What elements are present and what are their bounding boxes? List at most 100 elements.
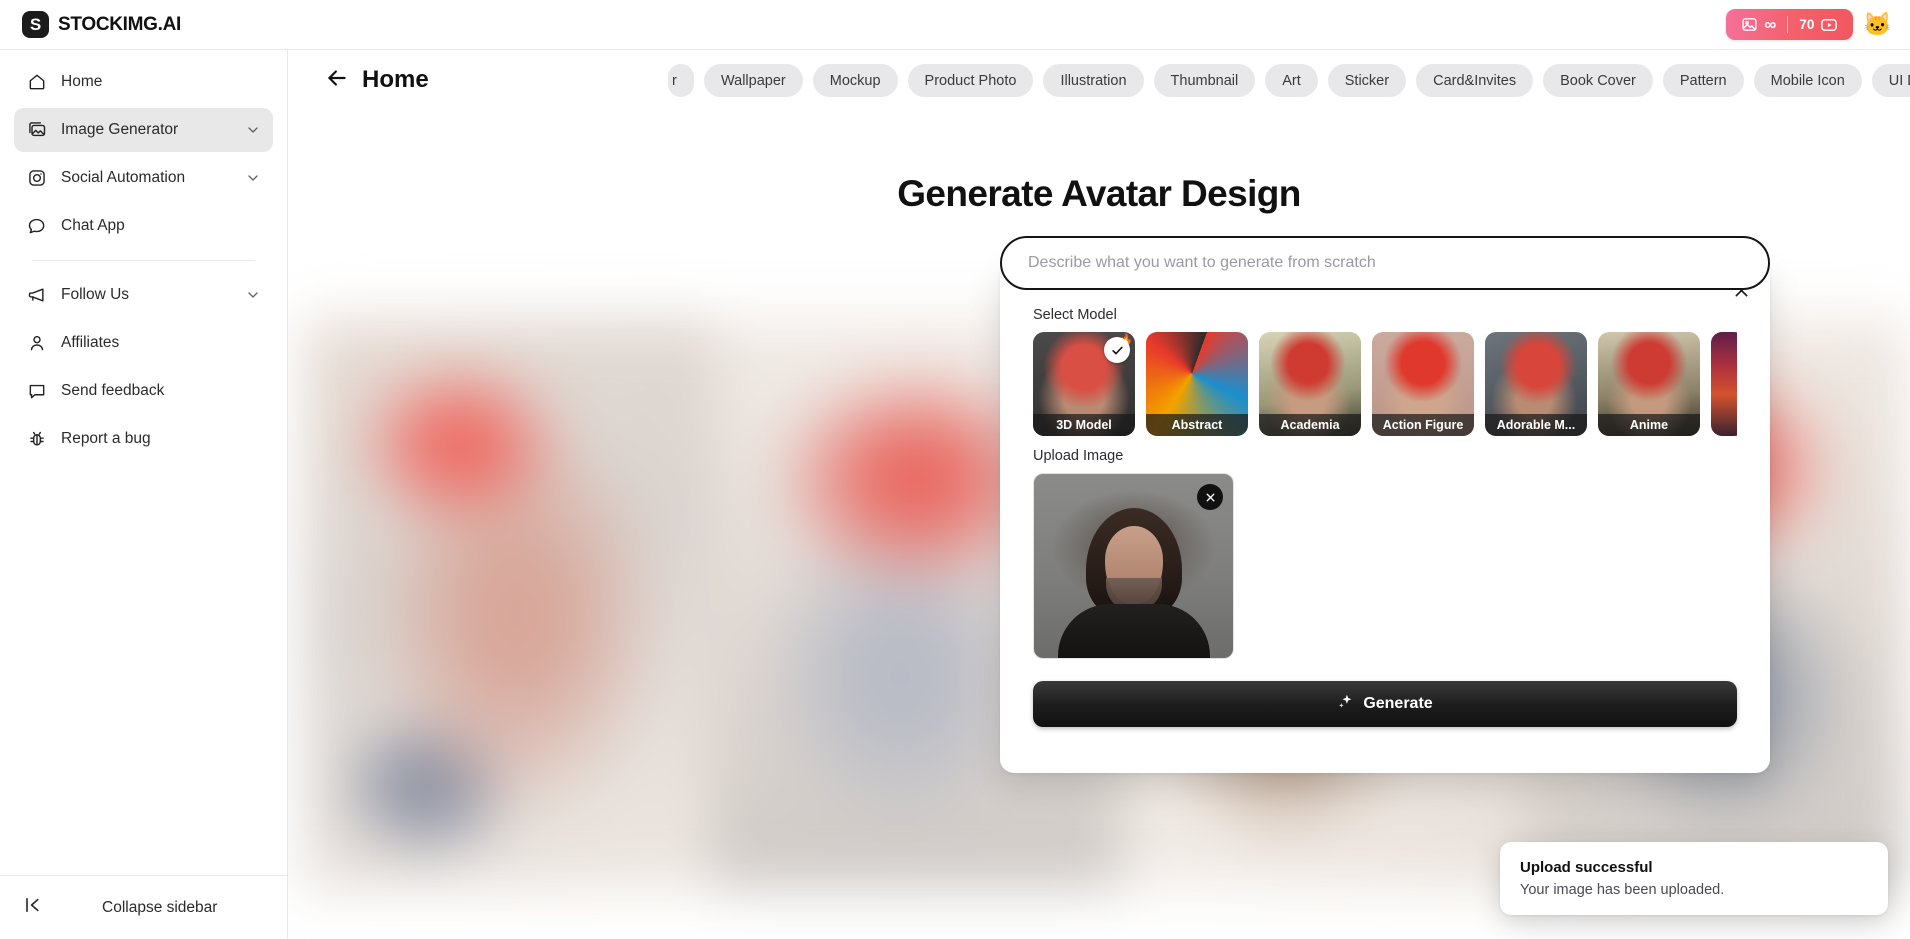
prompt-input[interactable]: [1028, 254, 1742, 272]
home-icon: [26, 72, 47, 93]
tab-illustration[interactable]: Illustration: [1043, 64, 1144, 97]
tab-book-cover[interactable]: Book Cover: [1543, 64, 1653, 97]
sparkle-icon: [1337, 693, 1354, 715]
upload-image-label: Upload Image: [1033, 448, 1124, 464]
sidebar-item-label: Send feedback: [61, 382, 165, 399]
select-model-label: Select Model: [1033, 307, 1117, 323]
message-square-icon: [26, 381, 47, 402]
model-card-adorable-model[interactable]: Adorable M...: [1485, 332, 1587, 436]
brand-mark-icon: S: [22, 11, 49, 38]
tab-product-photo[interactable]: Product Photo: [907, 64, 1034, 97]
chevron-down-icon[interactable]: [245, 170, 261, 186]
model-card-anime[interactable]: Anime: [1598, 332, 1700, 436]
sidebar-item-chat-app[interactable]: Chat App: [14, 204, 273, 248]
back-to-home-label: Home: [362, 66, 429, 93]
bug-icon: [26, 429, 47, 450]
model-card-abstract[interactable]: Abstract: [1146, 332, 1248, 436]
preview-art: [1057, 604, 1210, 658]
sidebar-item-report-a-bug[interactable]: Report a bug: [14, 417, 273, 461]
image-icon: [26, 120, 47, 141]
sidebar-item-affiliates[interactable]: Affiliates: [14, 321, 273, 365]
image-credits[interactable]: ∞: [1730, 15, 1787, 35]
sidebar-item-label: Social Automation: [61, 169, 186, 186]
sidebar-item-image-generator[interactable]: Image Generator: [14, 108, 273, 152]
uploaded-image-preview[interactable]: [1033, 473, 1234, 659]
megaphone-icon: [26, 285, 47, 306]
sidebar: Home Image Generator Social Automation C…: [0, 50, 288, 939]
top-bar-right: ∞ 70 🐱: [1726, 9, 1892, 40]
sidebar-item-social-automation[interactable]: Social Automation: [14, 156, 273, 200]
sidebar-item-label: Affiliates: [61, 334, 120, 351]
sidebar-item-send-feedback[interactable]: Send feedback: [14, 369, 273, 413]
remove-image-button[interactable]: [1197, 484, 1223, 510]
main-content: r Wallpaper Mockup Product Photo Illustr…: [288, 50, 1910, 939]
model-label: Action Figure: [1372, 414, 1474, 436]
instagram-icon: [26, 168, 47, 189]
user-icon: [26, 333, 47, 354]
page-title: Generate Avatar Design: [897, 173, 1301, 214]
tab-art[interactable]: Art: [1265, 64, 1318, 97]
prompt-input-wrapper[interactable]: [1000, 236, 1770, 290]
tab-sticker[interactable]: Sticker: [1327, 64, 1407, 97]
selected-check-icon: [1104, 337, 1130, 363]
category-tab-bar: r Wallpaper Mockup Product Photo Illustr…: [288, 50, 1910, 110]
sidebar-item-label: Chat App: [61, 217, 125, 234]
top-bar: S STOCKIMG.AI ∞ 70 🐱: [0, 0, 1910, 50]
sidebar-nav: Home Image Generator Social Automation C…: [0, 50, 287, 461]
collapse-sidebar-button[interactable]: Collapse sidebar: [0, 875, 288, 939]
chevron-down-icon[interactable]: [245, 287, 261, 303]
sidebar-item-follow-us[interactable]: Follow Us: [14, 273, 273, 317]
model-label: Academia: [1259, 414, 1361, 436]
back-to-home-button[interactable]: Home: [324, 62, 443, 98]
gallery-image: [304, 318, 713, 890]
credits-pill[interactable]: ∞ 70: [1726, 9, 1854, 40]
collapse-icon: [22, 895, 42, 920]
model-label: Abstract: [1146, 414, 1248, 436]
brand-logo[interactable]: S STOCKIMG.AI: [18, 11, 181, 38]
tab-thumbnail[interactable]: Thumbnail: [1153, 64, 1256, 97]
tab-pattern[interactable]: Pattern: [1662, 64, 1744, 97]
arrow-left-icon: [324, 65, 350, 96]
model-card-3d-model[interactable]: 🔥 3D Model: [1033, 332, 1135, 436]
prompt-area: Select Model 🔥 3D Model: [1000, 236, 1770, 773]
model-label: Anime: [1598, 414, 1700, 436]
model-label: 3D Model: [1033, 414, 1135, 436]
category-tabs: r Wallpaper Mockup Product Photo Illustr…: [668, 64, 1910, 97]
collapse-sidebar-label: Collapse sidebar: [102, 898, 218, 916]
model-card-academia[interactable]: Academia: [1259, 332, 1361, 436]
tab-ui-design[interactable]: UI Design: [1871, 64, 1910, 97]
image-credits-value: ∞: [1764, 14, 1777, 34]
upload-section: Upload Image: [1033, 448, 1737, 659]
sidebar-item-label: Follow Us: [61, 286, 130, 303]
toast-description: Your image has been uploaded.: [1520, 882, 1725, 898]
chat-bubble-icon: [26, 216, 47, 237]
toast-title: Upload successful: [1520, 859, 1653, 876]
tab-wallpaper[interactable]: Wallpaper: [704, 64, 803, 97]
generation-options-panel: Select Model 🔥 3D Model: [1000, 263, 1770, 773]
video-credits[interactable]: 70: [1788, 16, 1849, 34]
model-list: 🔥 3D Model Abstract: [1033, 332, 1737, 436]
tab-card-invites[interactable]: Card&Invites: [1416, 64, 1534, 97]
sidebar-item-label: Image Generator: [61, 121, 179, 138]
tab-mobile-icon[interactable]: Mobile Icon: [1753, 64, 1862, 97]
generate-label: Generate: [1363, 695, 1433, 712]
toast-notification: Upload successful Your image has been up…: [1500, 842, 1888, 915]
model-label: Adorable M...: [1485, 414, 1587, 436]
tab-partial[interactable]: r: [668, 64, 694, 97]
video-icon: [1820, 16, 1838, 34]
sidebar-item-label: Home: [61, 73, 103, 90]
model-thumbnail: [1711, 332, 1737, 436]
generate-button[interactable]: Generate: [1033, 681, 1737, 727]
sidebar-divider: [32, 260, 255, 261]
sidebar-item-home[interactable]: Home: [14, 60, 273, 104]
brand-name: STOCKIMG.AI: [58, 13, 182, 35]
chevron-down-icon[interactable]: [245, 122, 261, 138]
image-icon: [1741, 16, 1758, 33]
app-root: S STOCKIMG.AI ∞ 70 🐱 Home Image Generato…: [0, 0, 1910, 939]
user-avatar[interactable]: 🐱: [1863, 13, 1892, 36]
video-credits-value: 70: [1799, 17, 1815, 32]
model-card-action-figure[interactable]: Action Figure: [1372, 332, 1474, 436]
tab-mockup[interactable]: Mockup: [812, 64, 898, 97]
sidebar-item-label: Report a bug: [61, 430, 151, 447]
model-card-next[interactable]: [1711, 332, 1737, 436]
